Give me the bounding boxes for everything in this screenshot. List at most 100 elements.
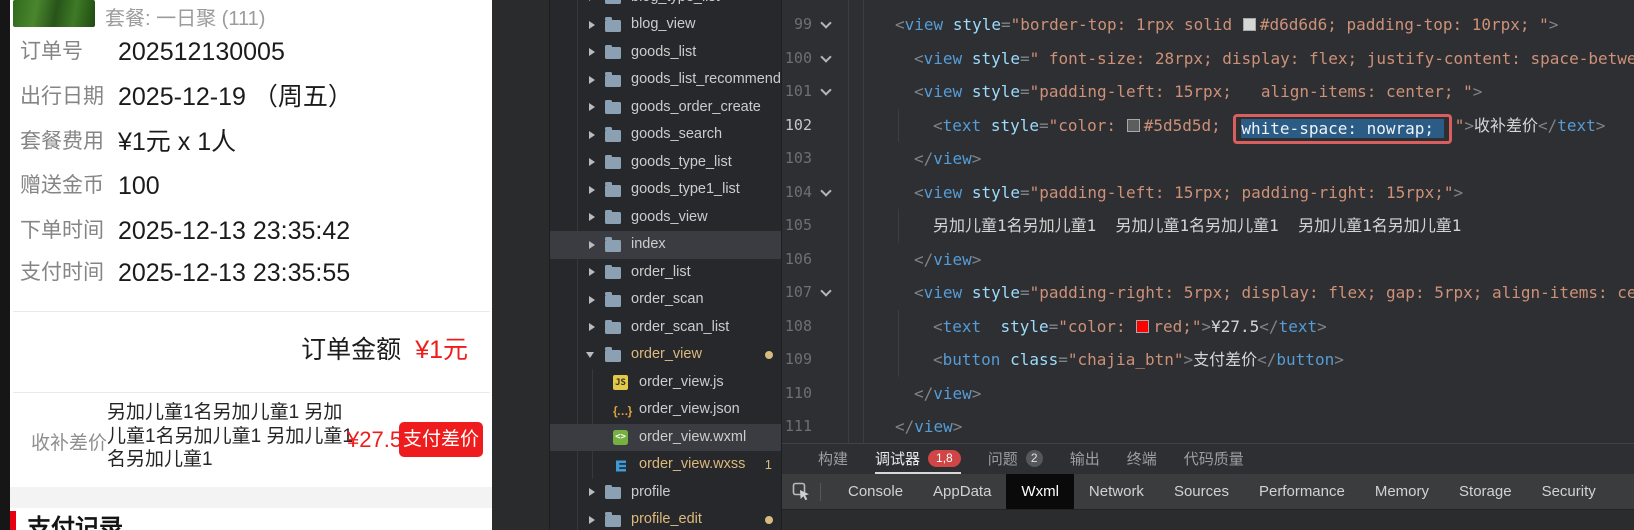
panel-tab-label: 输出 <box>1070 448 1100 469</box>
folder-icon <box>605 237 622 254</box>
panel-tab-调试器[interactable]: 调试器1,8 <box>875 444 961 474</box>
file-tree-item-order_scan[interactable]: order_scan <box>550 286 781 314</box>
chevron-right-icon[interactable] <box>589 48 595 56</box>
file-tree-item-goods_list[interactable]: goods_list <box>550 39 781 67</box>
file-tree-item-index[interactable]: index <box>550 231 781 259</box>
file-name: goods_list_recommend <box>631 66 781 94</box>
divider <box>13 392 490 393</box>
folder-icon <box>605 512 622 529</box>
file-tree-item-goods_search[interactable]: goods_search <box>550 121 781 149</box>
file-tree-item-goods_type1_list[interactable]: goods_type1_list <box>550 176 781 204</box>
file-tree-item-order_view.json[interactable]: {…}order_view.json <box>550 396 781 424</box>
tab-count-badge: 2 <box>1026 450 1043 467</box>
order-detail-row: 赠送金币100 <box>0 171 492 201</box>
file-tree-item-order_view[interactable]: order_view <box>550 341 781 369</box>
chevron-right-icon[interactable] <box>589 323 595 331</box>
file-tree-item-order_view.wxss[interactable]: order_view.wxss1 <box>550 451 781 479</box>
file-tree-item-order_view.js[interactable]: JSorder_view.js <box>550 369 781 397</box>
chevron-right-icon[interactable] <box>589 268 595 276</box>
code-text: <view style=" font-size: 28rpx; display:… <box>914 42 1634 76</box>
devtool-tab-Storage[interactable]: Storage <box>1444 474 1527 509</box>
devtool-tab-Network[interactable]: Network <box>1074 474 1159 509</box>
chevron-right-icon[interactable] <box>589 158 595 166</box>
simulator-preview: 套餐: 一日聚 (111) 订单号202512130005出行日期2025-12… <box>0 0 492 530</box>
file-tree-item-goods_list_recommend[interactable]: goods_list_recommend <box>550 66 781 94</box>
detail-label: 下单时间 <box>20 216 104 246</box>
code-line-99[interactable]: 99<view style="border-top: 1rpx solid #d… <box>782 8 1634 42</box>
code-text: </view> <box>914 243 981 277</box>
file-name: order_view.js <box>639 369 724 397</box>
inspect-element-icon[interactable] <box>782 482 820 501</box>
chevron-right-icon[interactable] <box>589 186 595 194</box>
fold-chevron-icon[interactable] <box>820 286 831 297</box>
file-tree-item-goods_type_list[interactable]: goods_type_list <box>550 149 781 177</box>
chevron-right-icon[interactable] <box>589 213 595 221</box>
devtool-tab-Performance[interactable]: Performance <box>1244 474 1360 509</box>
chevron-down-icon[interactable] <box>586 352 594 358</box>
panel-tab-构建[interactable]: 构建 <box>818 444 848 474</box>
code-editor[interactable]: 99<view style="border-top: 1rpx solid #d… <box>782 0 1634 443</box>
code-line-109[interactable]: 109<button class="chajia_btn">支付差价</butt… <box>782 343 1634 377</box>
fold-chevron-icon[interactable] <box>820 18 831 29</box>
devtool-tab-Sources[interactable]: Sources <box>1159 474 1244 509</box>
chevron-right-icon[interactable] <box>589 516 595 524</box>
panel-tab-代码质量[interactable]: 代码质量 <box>1184 444 1244 474</box>
panel-tab-问题[interactable]: 问题2 <box>988 444 1043 474</box>
devtool-tab-AppData[interactable]: AppData <box>918 474 1006 509</box>
file-tree-item-blog_view[interactable]: blog_view <box>550 11 781 39</box>
file-name: goods_type1_list <box>631 176 740 204</box>
pay-difference-button[interactable]: 支付差价 <box>399 422 483 457</box>
file-tree-item-goods_order_create[interactable]: goods_order_create <box>550 94 781 122</box>
chevron-right-icon[interactable] <box>589 241 595 249</box>
file-tree-item-order_scan_list[interactable]: order_scan_list <box>550 314 781 342</box>
devtool-tab-Console[interactable]: Console <box>833 474 918 509</box>
detail-label: 出行日期 <box>20 82 104 112</box>
chevron-right-icon[interactable] <box>589 488 595 496</box>
chevron-right-icon[interactable] <box>589 21 595 29</box>
code-line-108[interactable]: 108<text style="color: red;">¥27.5</text… <box>782 310 1634 344</box>
devtool-tab-Memory[interactable]: Memory <box>1360 474 1444 509</box>
file-tree-item-profile_edit[interactable]: profile_edit <box>550 506 781 530</box>
detail-value: 202512130005 <box>118 37 285 67</box>
code-line-110[interactable]: 110</view> <box>782 377 1634 411</box>
fold-chevron-icon[interactable] <box>820 185 831 196</box>
code-line-111[interactable]: 111</view> <box>782 410 1634 443</box>
chevron-right-icon[interactable] <box>589 103 595 111</box>
panel-tab-输出[interactable]: 输出 <box>1070 444 1100 474</box>
package-thumbnail-image <box>13 0 95 27</box>
fold-chevron-icon[interactable] <box>820 51 831 62</box>
code-text: <view style="padding-left: 15rpx; paddin… <box>914 176 1463 210</box>
devtool-tab-Security[interactable]: Security <box>1527 474 1611 509</box>
order-amount-row: 订单金额¥1元 <box>301 330 468 370</box>
code-line-102[interactable]: 102<text style="color: #5d5d5d; white-sp… <box>782 109 1634 143</box>
chevron-right-icon[interactable] <box>589 131 595 139</box>
devtool-tab-Wxml[interactable]: Wxml <box>1006 474 1074 509</box>
code-line-106[interactable]: 106</view> <box>782 243 1634 277</box>
chevron-right-icon[interactable] <box>589 0 595 1</box>
adjust-description: 另加儿童1名另加儿童1 另加 儿童1名另加儿童1 另加儿童1 名另加儿童1 <box>107 401 353 472</box>
line-number: 107 <box>782 276 812 310</box>
selected-code-text: white-space: nowrap; <box>1241 119 1443 138</box>
panel-tab-label: 终端 <box>1127 448 1157 469</box>
panel-tab-终端[interactable]: 终端 <box>1127 444 1157 474</box>
chevron-right-icon[interactable] <box>589 296 595 304</box>
chevron-right-icon[interactable] <box>589 76 595 84</box>
wxss-icon <box>613 457 630 474</box>
code-line-100[interactable]: 100<view style=" font-size: 28rpx; displ… <box>782 42 1634 76</box>
code-line-105[interactable]: 105另加儿童1名另加儿童1 另加儿童1名另加儿童1 另加儿童1名另加儿童1 <box>782 209 1634 243</box>
folder-icon <box>605 72 622 89</box>
file-tree-item-goods_view[interactable]: goods_view <box>550 204 781 232</box>
folder-icon <box>605 484 622 501</box>
fold-chevron-icon[interactable] <box>820 85 831 96</box>
detail-label: 支付时间 <box>20 258 104 288</box>
folder-icon <box>605 99 622 116</box>
file-tree-item-blog_type_list[interactable]: blog_type_list <box>550 0 781 11</box>
code-line-101[interactable]: 101<view style="padding-left: 15rpx; ali… <box>782 75 1634 109</box>
file-tree-item-order_list[interactable]: order_list <box>550 259 781 287</box>
code-line-107[interactable]: 107<view style="padding-right: 5rpx; dis… <box>782 276 1634 310</box>
code-line-103[interactable]: 103</view> <box>782 142 1634 176</box>
detail-value: 2025-12-13 23:35:42 <box>118 216 350 246</box>
file-tree-item-order_view.wxml[interactable]: <>order_view.wxml <box>550 424 781 452</box>
file-tree-item-profile[interactable]: profile <box>550 479 781 507</box>
code-line-104[interactable]: 104<view style="padding-left: 15rpx; pad… <box>782 176 1634 210</box>
